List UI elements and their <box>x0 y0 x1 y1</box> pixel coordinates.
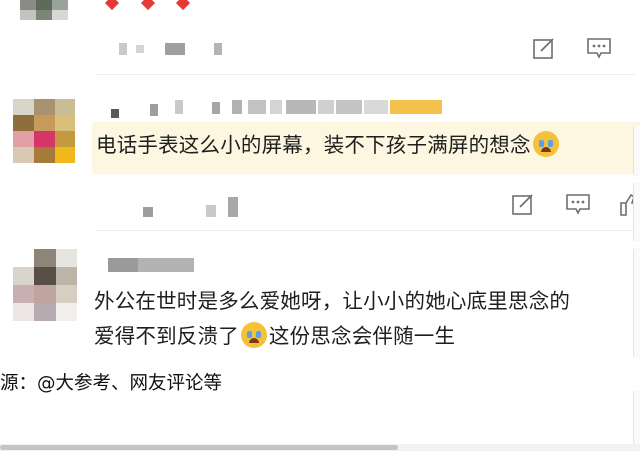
source-caption: 源：@大参考、网友评论等 <box>0 373 223 394</box>
scrollbar-edge[interactable] <box>633 126 640 176</box>
avatar-top[interactable] <box>20 0 68 20</box>
heart-icon <box>104 0 120 11</box>
avatar-commenter-1[interactable] <box>13 99 75 163</box>
comment-icon[interactable] <box>586 36 612 60</box>
comment-2-line-2-a: 爱得不到反溃了 <box>94 324 239 348</box>
edit-icon[interactable] <box>532 36 556 60</box>
heart-icon <box>175 0 191 11</box>
horizontal-scrollbar-thumb[interactable] <box>0 445 398 450</box>
edit-icon[interactable] <box>511 192 535 216</box>
divider <box>95 230 640 231</box>
divider <box>95 74 635 75</box>
avatar-commenter-2[interactable] <box>13 249 77 321</box>
comment-2-line-1: 外公在世时是多么爱她呀，让小小的她心底里思念的 <box>94 289 571 313</box>
comment-2-line-2: 爱得不到反溃了 这份思念会伴随一生 <box>94 322 455 350</box>
comment-1-body: 电话手表这么小的屏幕，装不下孩子满屏的想念 <box>96 133 531 157</box>
comment-icon[interactable] <box>565 192 591 216</box>
crying-emoji <box>532 131 559 157</box>
scrollbar-edge[interactable] <box>633 248 640 358</box>
crying-emoji <box>240 322 267 348</box>
comment-1-text: 电话手表这么小的屏幕，装不下孩子满屏的想念 <box>96 131 561 159</box>
scrollbar-edge[interactable] <box>633 182 640 242</box>
scrollbar-edge[interactable] <box>633 390 640 445</box>
comment-2-line-2-b: 这份思念会伴随一生 <box>268 324 456 348</box>
heart-icon <box>140 0 156 11</box>
